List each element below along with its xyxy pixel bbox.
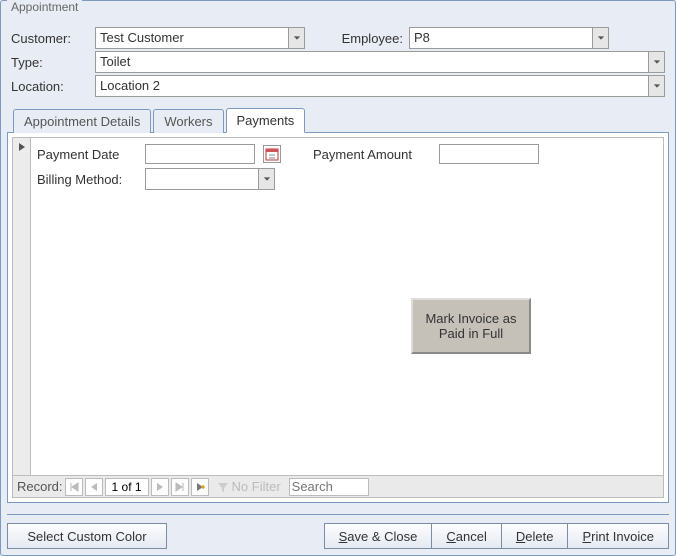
payment-amount-input[interactable] <box>439 144 539 164</box>
employee-combo[interactable]: P8 <box>409 27 609 49</box>
tab-workers[interactable]: Workers <box>153 109 223 133</box>
nav-prev-button[interactable] <box>85 478 103 496</box>
tab-strip: Appointment Details Workers Payments <box>7 107 669 133</box>
delete-button[interactable]: Delete <box>501 523 568 549</box>
employee-label: Employee: <box>325 31 409 46</box>
chevron-down-icon[interactable] <box>648 52 664 72</box>
tab-payments[interactable]: Payments <box>226 108 306 133</box>
mark-invoice-paid-label: Mark Invoice as Paid in Full <box>417 311 525 341</box>
payment-amount-label: Payment Amount <box>313 147 431 162</box>
type-value: Toilet <box>96 52 648 72</box>
payment-date-input[interactable] <box>145 144 255 164</box>
chevron-down-icon[interactable] <box>592 28 608 48</box>
billing-method-value <box>146 169 258 189</box>
customer-combo[interactable]: Test Customer <box>95 27 305 49</box>
nav-new-button[interactable] <box>191 478 209 496</box>
bottom-bar: Select Custom Color Save & Close Cancel … <box>7 514 669 549</box>
type-label: Type: <box>11 55 95 70</box>
payment-date-label: Payment Date <box>37 147 137 162</box>
billing-method-label: Billing Method: <box>37 172 137 187</box>
chevron-down-icon[interactable] <box>648 76 664 96</box>
location-label: Location: <box>11 79 95 94</box>
record-selector[interactable] <box>13 138 31 475</box>
nav-position-input[interactable] <box>105 478 149 496</box>
chevron-down-icon[interactable] <box>288 28 304 48</box>
customer-value: Test Customer <box>96 28 288 48</box>
payments-subform: Payment Date Payment Amount Billing Meth… <box>12 137 664 498</box>
no-filter-indicator: No Filter <box>217 479 281 494</box>
save-close-button[interactable]: Save & Close <box>324 523 432 549</box>
no-filter-label: No Filter <box>232 479 281 494</box>
calendar-icon[interactable] <box>263 145 281 163</box>
select-custom-color-button[interactable]: Select Custom Color <box>7 523 167 549</box>
mark-invoice-paid-button[interactable]: Mark Invoice as Paid in Full <box>411 298 531 354</box>
employee-value: P8 <box>410 28 592 48</box>
nav-last-button[interactable] <box>171 478 189 496</box>
header-form: Customer: Test Customer Employee: P8 Typ… <box>1 1 675 97</box>
print-invoice-button[interactable]: Print Invoice <box>567 523 669 549</box>
location-value: Location 2 <box>96 76 648 96</box>
location-combo[interactable]: Location 2 <box>95 75 665 97</box>
nav-first-button[interactable] <box>65 478 83 496</box>
customer-label: Customer: <box>11 31 95 46</box>
type-combo[interactable]: Toilet <box>95 51 665 73</box>
nav-search-input[interactable] <box>289 478 369 496</box>
nav-next-button[interactable] <box>151 478 169 496</box>
cancel-button[interactable]: Cancel <box>431 523 500 549</box>
billing-method-combo[interactable] <box>145 168 275 190</box>
chevron-down-icon[interactable] <box>258 169 274 189</box>
window-title: Appointment <box>7 0 82 14</box>
record-nav: Record: No Filter <box>13 475 663 497</box>
tab-appointment-details[interactable]: Appointment Details <box>13 109 151 133</box>
tab-pane: Payment Date Payment Amount Billing Meth… <box>7 133 669 503</box>
filter-icon <box>217 481 229 493</box>
appointment-window: Appointment Customer: Test Customer Empl… <box>0 0 676 556</box>
record-label: Record: <box>17 479 63 494</box>
